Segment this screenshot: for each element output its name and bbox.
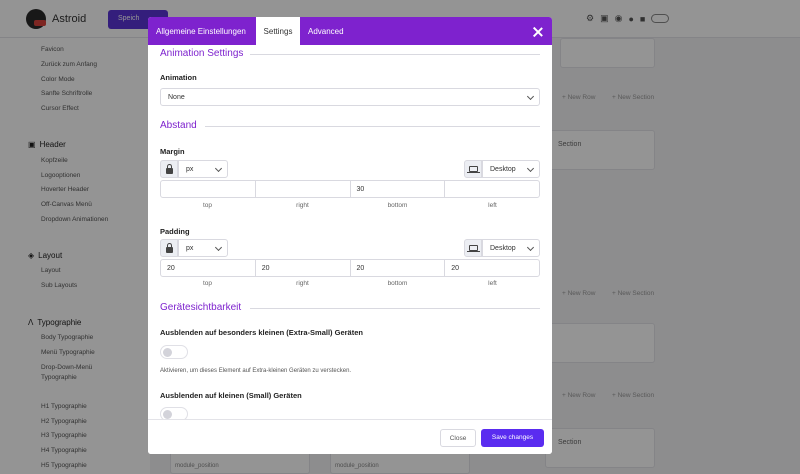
laptop-icon (467, 245, 480, 253)
hide-xs-toggle[interactable] (160, 345, 188, 359)
margin-right-input[interactable] (256, 181, 351, 197)
modal-footer: Close Save changes (148, 419, 552, 454)
hide-xs-label: Ausblenden auf besonders kleinen (Extra-… (160, 328, 363, 337)
divider (250, 308, 540, 309)
section-title-visibility: Gerätesichtbarkeit (160, 302, 242, 313)
chevron-down-icon (214, 164, 223, 173)
hide-sm-toggle[interactable] (160, 407, 188, 419)
toggle-knob (163, 348, 172, 357)
margin-left-input[interactable] (445, 181, 539, 197)
chevron-down-icon (214, 243, 223, 252)
element-settings-modal: Allgemeine Einstellungen Settings Advanc… (148, 17, 552, 454)
animation-select[interactable]: None (160, 88, 540, 106)
section-title-spacing: Abstand (160, 120, 197, 131)
hide-xs-hint: Aktivieren, um dieses Element auf Extra-… (160, 368, 352, 374)
margin-side-labels: top right bottom left (202, 202, 497, 209)
padding-bottom-input[interactable]: 20 (351, 260, 446, 276)
margin-device-select[interactable]: Desktop (482, 160, 540, 178)
padding-top-input[interactable]: 20 (161, 260, 256, 276)
padding-side-labels: top right bottom left (202, 280, 497, 287)
margin-device-button[interactable] (464, 160, 482, 178)
lock-icon (166, 164, 173, 174)
animation-label: Animation (160, 73, 197, 82)
tab-settings[interactable]: Settings (256, 17, 300, 45)
padding-right-input[interactable]: 20 (256, 260, 351, 276)
section-title-animation: Animation Settings (160, 48, 244, 59)
modal-body: Animation Settings Animation None Abstan… (148, 45, 552, 419)
margin-bottom-input[interactable]: 30 (351, 181, 446, 197)
padding-device-button[interactable] (464, 239, 482, 257)
hide-sm-label: Ausblenden auf kleinen (Small) Geräten (160, 391, 302, 400)
save-changes-button[interactable]: Save changes (481, 429, 544, 447)
toggle-knob (163, 410, 172, 419)
close-button[interactable]: Close (440, 429, 476, 447)
modal-header: Allgemeine Einstellungen Settings Advanc… (148, 17, 552, 45)
padding-left-input[interactable]: 20 (445, 260, 539, 276)
margin-top-input[interactable] (161, 181, 256, 197)
margin-lock-button[interactable] (160, 160, 178, 178)
laptop-icon (467, 166, 480, 174)
lock-icon (166, 243, 173, 253)
chevron-down-icon (526, 243, 535, 252)
margin-unit-select[interactable]: px (178, 160, 228, 178)
divider (205, 126, 540, 127)
tab-advanced[interactable]: Advanced (308, 17, 348, 45)
margin-inputs: 30 (160, 180, 540, 198)
tab-general[interactable]: Allgemeine Einstellungen (156, 17, 252, 45)
chevron-down-icon (526, 92, 535, 101)
divider (250, 54, 540, 55)
padding-label: Padding (160, 227, 190, 236)
padding-device-select[interactable]: Desktop (482, 239, 540, 257)
margin-label: Margin (160, 147, 185, 156)
padding-unit-select[interactable]: px (178, 239, 228, 257)
padding-inputs: 20 20 20 20 (160, 259, 540, 277)
chevron-down-icon (526, 164, 535, 173)
padding-lock-button[interactable] (160, 239, 178, 257)
close-icon[interactable] (532, 26, 544, 38)
